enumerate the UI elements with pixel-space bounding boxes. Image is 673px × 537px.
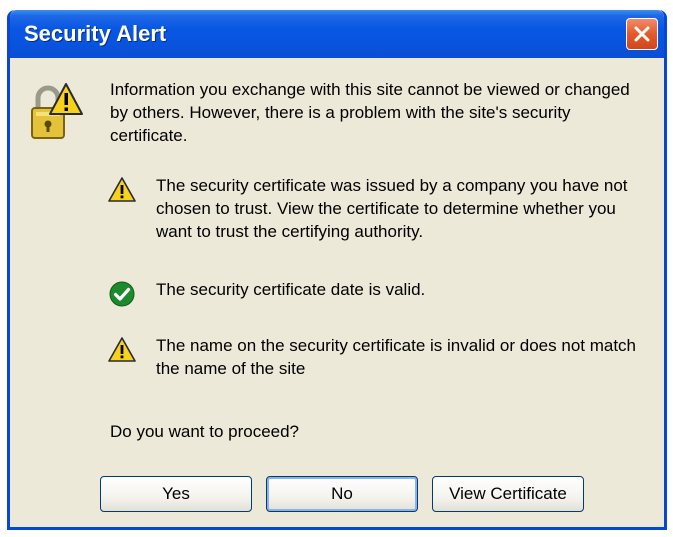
close-icon [634,26,650,42]
yes-button[interactable]: Yes [100,476,252,512]
warning-icon [108,177,136,202]
security-alert-dialog: Security Alert Information you exchange … [7,10,667,530]
ok-text: The security certificate date is valid. [156,280,426,299]
dialog-title: Security Alert [24,21,167,46]
view-certificate-button[interactable]: View Certificate [432,476,584,512]
close-button[interactable] [626,18,658,50]
warning-icon [108,337,136,362]
title-bar[interactable]: Security Alert [10,10,664,58]
padlock-warning-icon [31,83,83,139]
warning-text: The name on the security certificate is … [156,336,637,378]
dialog-body: Information you exchange with this site … [10,58,664,527]
intro-message: Information you exchange with this site … [110,80,630,145]
no-button[interactable]: No [266,476,418,512]
proceed-question: Do you want to proceed? [110,422,300,441]
check-icon [109,281,135,307]
warning-text: The security certificate was issued by a… [156,176,628,241]
